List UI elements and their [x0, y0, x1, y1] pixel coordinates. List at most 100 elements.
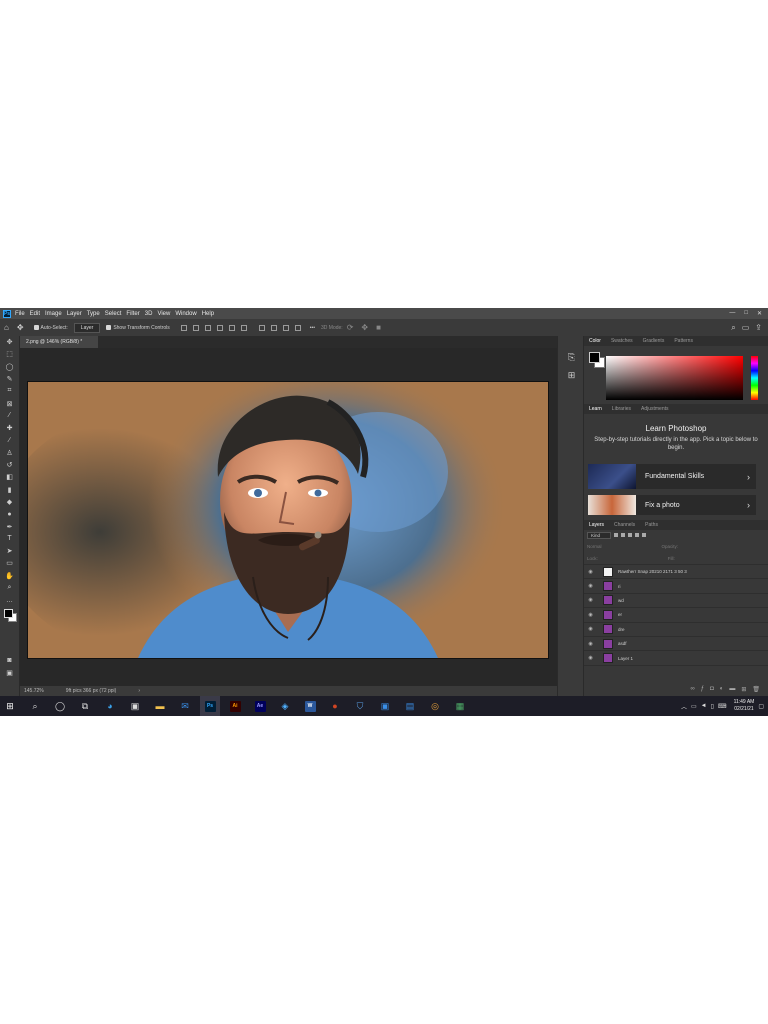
- move-tool-icon[interactable]: ✥: [0, 336, 19, 348]
- properties-panel-icon[interactable]: ⊞: [558, 366, 585, 384]
- tab-color[interactable]: Color: [584, 338, 606, 344]
- photoshop-taskbar-icon[interactable]: Ps: [200, 696, 220, 716]
- tab-learn[interactable]: Learn: [584, 406, 607, 412]
- video-editor-icon[interactable]: ▣: [375, 696, 395, 716]
- menu-select[interactable]: Select: [105, 311, 122, 317]
- show-transform-checkbox[interactable]: Show Transform Controls: [106, 325, 170, 331]
- align-right-icon[interactable]: [204, 324, 211, 331]
- illustrator-taskbar-icon[interactable]: Ai: [225, 696, 245, 716]
- tab-patterns[interactable]: Patterns: [669, 338, 698, 344]
- layer-row[interactable]: ◉ Layer 1: [584, 651, 768, 666]
- tab-gradients[interactable]: Gradients: [638, 338, 670, 344]
- chrome-icon[interactable]: ◎: [425, 696, 445, 716]
- distribute-icon[interactable]: [282, 324, 289, 331]
- home-icon[interactable]: ⌂: [4, 323, 9, 332]
- ime-icon[interactable]: ⌨: [718, 703, 727, 710]
- type-tool-icon[interactable]: T: [0, 533, 19, 545]
- volume-icon[interactable]: ◄: [701, 703, 707, 709]
- pen-tool-icon[interactable]: ✒: [0, 520, 19, 532]
- notes-icon[interactable]: ▦: [450, 696, 470, 716]
- visibility-eye-icon[interactable]: ◉: [586, 641, 595, 647]
- hue-slider[interactable]: [751, 356, 758, 400]
- workspace-icon[interactable]: ▭: [742, 323, 750, 333]
- visibility-eye-icon[interactable]: ◉: [586, 612, 595, 618]
- align-center-icon[interactable]: [192, 324, 199, 331]
- kind-filter-dropdown[interactable]: Kind: [587, 531, 612, 539]
- align-bottom-icon[interactable]: [240, 324, 247, 331]
- link-layers-icon[interactable]: ∞: [690, 686, 694, 696]
- visibility-eye-icon[interactable]: ◉: [586, 626, 595, 632]
- rectangle-tool-icon[interactable]: ▭: [0, 557, 19, 569]
- gradient-tool-icon[interactable]: ▮: [0, 484, 19, 496]
- align-top-icon[interactable]: [216, 324, 223, 331]
- visibility-eye-icon[interactable]: ◉: [586, 583, 595, 589]
- clock[interactable]: 11:49 AM 02/21/21: [734, 699, 755, 713]
- notifications-icon[interactable]: ▢: [758, 703, 764, 710]
- layer-row[interactable]: ◉ wd: [584, 594, 768, 609]
- eyedropper-tool-icon[interactable]: ⁄: [0, 410, 19, 422]
- zoom-level[interactable]: 145.72%: [24, 688, 44, 694]
- align-middle-icon[interactable]: [228, 324, 235, 331]
- close-button[interactable]: ✕: [757, 310, 762, 317]
- distribute-icon[interactable]: [258, 324, 265, 331]
- tab-layers[interactable]: Layers: [584, 522, 609, 528]
- layer-row[interactable]: ◉ dre: [584, 623, 768, 637]
- eraser-tool-icon[interactable]: ◧: [0, 471, 19, 483]
- smart-object-filter-icon[interactable]: [642, 533, 647, 537]
- type-filter-icon[interactable]: [628, 533, 633, 537]
- tutorial-fix-a-photo[interactable]: Fix a photo ›: [588, 495, 756, 515]
- network-icon[interactable]: ▭: [691, 703, 697, 710]
- auto-select-dropdown[interactable]: Layer: [73, 322, 101, 333]
- adjustment-filter-icon[interactable]: [621, 533, 626, 537]
- foreground-color-swatch[interactable]: [4, 609, 13, 618]
- tab-swatches[interactable]: Swatches: [606, 338, 638, 344]
- new-group-icon[interactable]: ▬: [729, 686, 735, 696]
- more-options-button[interactable]: •••: [310, 325, 315, 331]
- search-icon[interactable]: ⌕: [25, 696, 45, 716]
- fx-icon[interactable]: ƒ: [701, 686, 704, 696]
- adjustment-layer-icon[interactable]: ◐: [720, 686, 724, 696]
- minimize-button[interactable]: —: [729, 310, 735, 317]
- marquee-tool-icon[interactable]: ⬚: [0, 348, 19, 360]
- battery-icon[interactable]: ▯: [711, 703, 714, 710]
- chevron-up-icon[interactable]: ︿: [681, 702, 687, 711]
- foreground-color-swatch[interactable]: [589, 352, 600, 363]
- search-icon[interactable]: ⌕: [731, 323, 735, 333]
- distribute-icon[interactable]: [294, 324, 301, 331]
- document-tab[interactable]: 2.png @ 146% (RGB/8) *: [20, 336, 98, 348]
- image-canvas[interactable]: [27, 381, 549, 659]
- layer-row[interactable]: ◉ Rawtherr Snap 20210 2171 3 50 3: [584, 565, 768, 580]
- blur-tool-icon[interactable]: ◆: [0, 496, 19, 508]
- layer-row[interactable]: ◉ ri: [584, 579, 768, 594]
- menu-file[interactable]: File: [15, 311, 25, 317]
- mail-app-icon[interactable]: ▤: [400, 696, 420, 716]
- menu-view[interactable]: View: [157, 311, 170, 317]
- after-effects-taskbar-icon[interactable]: Ae: [250, 696, 270, 716]
- more-tools-icon[interactable]: …: [0, 594, 19, 606]
- menu-window[interactable]: Window: [175, 311, 196, 317]
- menu-filter[interactable]: Filter: [126, 311, 139, 317]
- menu-help[interactable]: Help: [202, 311, 214, 317]
- healing-brush-tool-icon[interactable]: ✚: [0, 422, 19, 434]
- powerpoint-icon[interactable]: ●: [325, 696, 345, 716]
- crop-tool-icon[interactable]: ⌗: [0, 385, 19, 397]
- move-tool-icon[interactable]: ✥: [17, 323, 24, 332]
- tab-paths[interactable]: Paths: [640, 522, 663, 528]
- status-arrow-icon[interactable]: ›: [138, 688, 140, 694]
- photos-icon[interactable]: ◈: [275, 696, 295, 716]
- 3d-pan-icon[interactable]: ✥: [361, 323, 368, 332]
- security-shield-icon[interactable]: ⛉: [350, 696, 370, 716]
- tab-channels[interactable]: Channels: [609, 522, 640, 528]
- visibility-eye-icon[interactable]: ◉: [586, 597, 595, 603]
- share-icon[interactable]: ⇪: [755, 323, 762, 333]
- zoom-tool-icon[interactable]: ⌕: [0, 582, 19, 594]
- hand-tool-icon[interactable]: ✋: [0, 570, 19, 582]
- add-mask-icon[interactable]: ◘: [710, 686, 714, 696]
- frame-tool-icon[interactable]: ⊠: [0, 397, 19, 409]
- menu-edit[interactable]: Edit: [30, 311, 40, 317]
- color-picker-field[interactable]: [606, 356, 743, 400]
- new-layer-icon[interactable]: ⊞: [741, 686, 746, 696]
- layer-row[interactable]: ◉ er: [584, 608, 768, 623]
- file-explorer-icon[interactable]: ▬: [150, 696, 170, 716]
- auto-select-checkbox[interactable]: Auto-Select:: [33, 325, 68, 331]
